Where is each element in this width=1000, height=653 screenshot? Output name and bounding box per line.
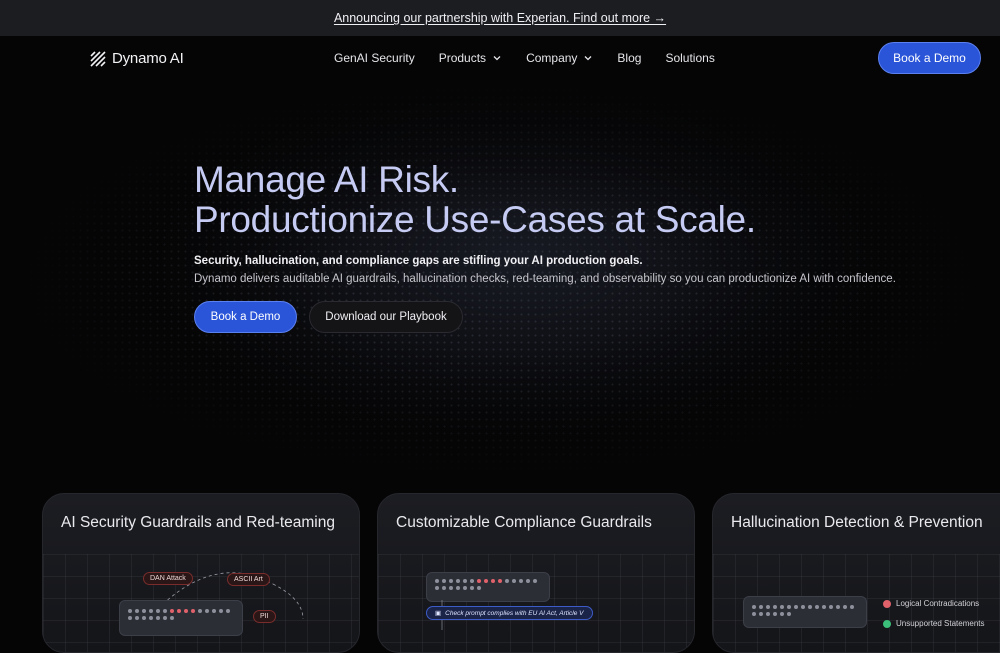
- hallucination-item-unsupported: Unsupported Statements: [883, 619, 985, 628]
- card-title: Hallucination Detection & Prevention: [731, 514, 983, 531]
- prompt-token-box: [119, 600, 243, 636]
- hallucination-item-contradictions: Logical Contradications: [883, 599, 979, 608]
- nav-company[interactable]: Company: [526, 51, 593, 65]
- tag-ascii-art: ASCII Art: [227, 573, 270, 586]
- chevron-down-icon: [493, 56, 501, 61]
- nav-solutions[interactable]: Solutions: [665, 51, 714, 65]
- dynamo-logo-icon: [90, 50, 106, 67]
- card-hallucination-detection[interactable]: Hallucination Detection & Prevention Log…: [712, 493, 1000, 653]
- x-circle-icon: [883, 599, 891, 608]
- card-title: Customizable Compliance Guardrails: [396, 514, 652, 531]
- nav-products[interactable]: Products: [439, 51, 502, 65]
- response-token-box: [743, 596, 867, 628]
- hero-subtitle: Dynamo delivers auditable AI guardrails,…: [194, 273, 896, 285]
- chevron-down-icon: [584, 56, 592, 61]
- compliance-check-pill: ▣ Check prompt complies with EU AI Act, A…: [426, 606, 593, 620]
- logo[interactable]: Dynamo AI: [90, 50, 184, 67]
- token-dots: [752, 605, 860, 616]
- card-title: AI Security Guardrails and Red-teaming: [61, 514, 335, 531]
- download-playbook-button[interactable]: Download our Playbook: [309, 301, 463, 333]
- tag-pii: PII: [253, 610, 276, 623]
- hero-title-line2: Productionize Use-Cases at Scale.: [194, 199, 756, 240]
- prompt-token-box: [426, 572, 550, 602]
- document-icon: ▣: [435, 610, 442, 617]
- card-compliance-guardrails[interactable]: Customizable Compliance Guardrails ▣ Chec…: [377, 493, 695, 653]
- book-demo-nav-button[interactable]: Book a Demo: [878, 42, 981, 74]
- hero-subtitle-bold: Security, hallucination, and compliance …: [194, 255, 643, 267]
- top-nav: Dynamo AI GenAI Security Products Compan…: [0, 36, 1000, 80]
- book-demo-hero-button[interactable]: Book a Demo: [194, 301, 297, 333]
- hero-title-line1: Manage AI Risk.: [194, 159, 459, 200]
- check-circle-icon: [883, 619, 891, 628]
- token-dots: [435, 579, 543, 590]
- logo-text: Dynamo AI: [112, 50, 184, 67]
- nav-links: GenAI Security Products Company Blog Sol…: [334, 51, 739, 65]
- announcement-link[interactable]: Announcing our partnership with Experian…: [334, 11, 666, 25]
- hero-background-fade: [0, 80, 1000, 500]
- card-security-guardrails[interactable]: AI Security Guardrails and Red-teaming D…: [42, 493, 360, 653]
- nav-blog[interactable]: Blog: [617, 51, 641, 65]
- nav-genai-security[interactable]: GenAI Security: [334, 51, 415, 65]
- token-dots: [128, 609, 236, 620]
- card-grid-background: [378, 554, 694, 652]
- tag-dan-attack: DAN Attack: [143, 572, 193, 585]
- hero-title: Manage AI Risk. Productionize Use-Cases …: [194, 160, 756, 240]
- announcement-bar: Announcing our partnership with Experian…: [0, 0, 1000, 36]
